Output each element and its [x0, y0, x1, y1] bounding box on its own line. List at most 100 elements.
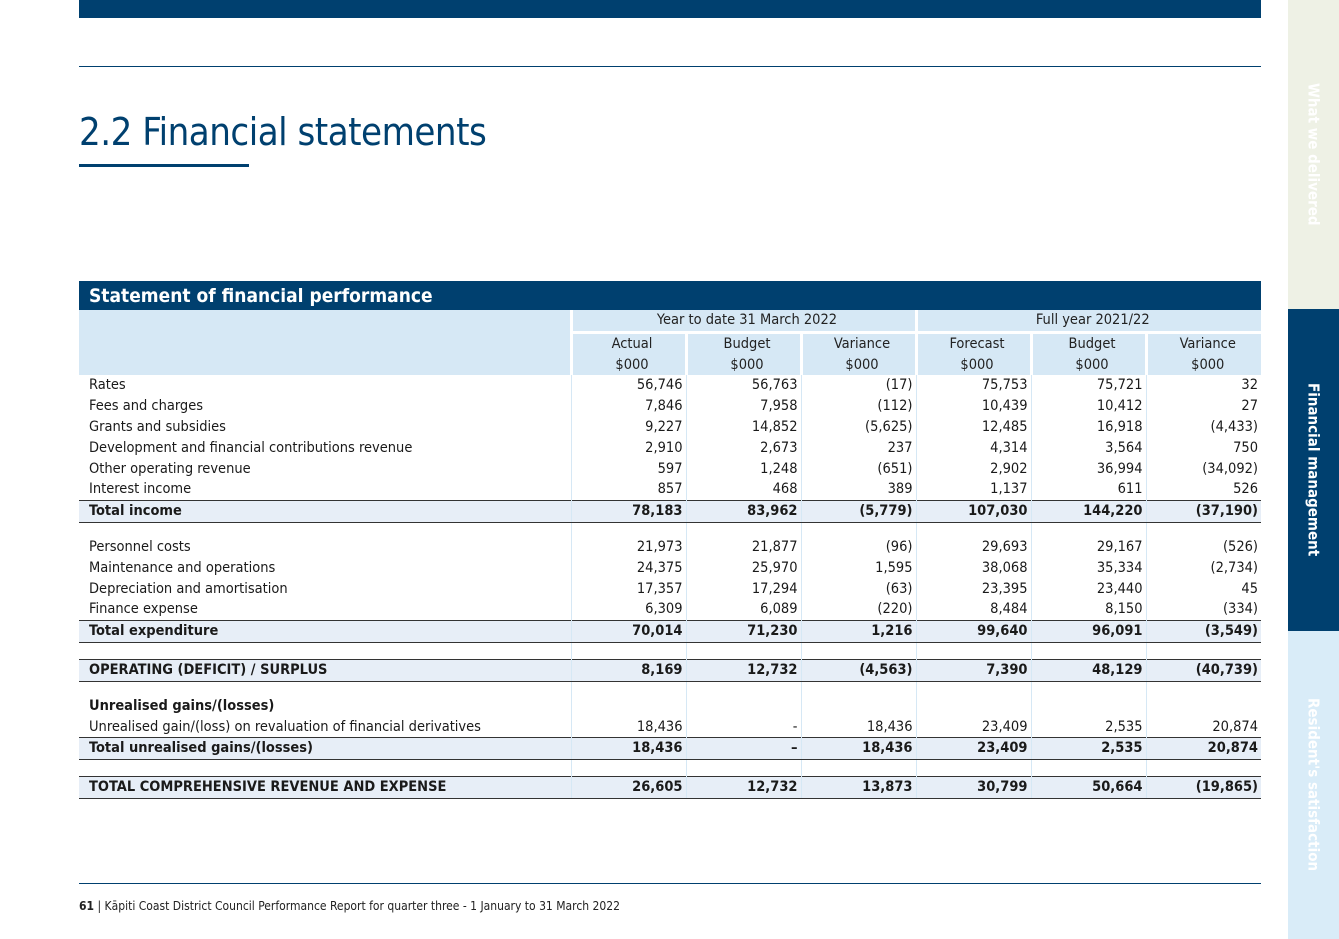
cell-value: 144,220	[1030, 500, 1146, 523]
row-label: Total unrealised gains/(losses)	[79, 737, 571, 761]
cell-value: 611	[1030, 479, 1146, 501]
cell-value: (526)	[1145, 536, 1262, 558]
table-row: Fees and charges 7,846 7,958 (112) 10,43…	[79, 396, 1262, 417]
cell-value: 75,753	[915, 375, 1031, 397]
cell-value: 468	[685, 479, 801, 501]
cell-value: (96)	[800, 536, 916, 558]
side-tab-what-we-delivered[interactable]: What we delivered	[1288, 0, 1339, 309]
column-header-label: Variance	[1179, 335, 1236, 352]
side-tab-label: Resident's satisfaction	[1304, 698, 1323, 872]
cell-value: 50,664	[1030, 776, 1146, 799]
row-label: Unrealised gains/(losses)	[89, 697, 275, 714]
row-label: Development and financial contributions …	[89, 439, 413, 456]
cell-value: 8,150	[1030, 599, 1146, 621]
side-tab-label: What we delivered	[1304, 83, 1323, 226]
cell-value	[685, 695, 801, 717]
page-number: 61	[79, 899, 95, 913]
column-header-label: Forecast	[949, 335, 1005, 352]
cell-value: 389	[800, 479, 916, 501]
cell-value: 48,129	[1030, 658, 1146, 682]
cell-value: 18,436	[570, 716, 686, 738]
cell-value: 2,535	[1030, 737, 1146, 761]
row-label: Depreciation and amortisation	[89, 580, 288, 597]
table-row: Other operating revenue 597 1,248 (651) …	[79, 458, 1262, 480]
column-header-label: Budget	[723, 335, 771, 352]
cell-value: 750	[1145, 437, 1262, 459]
cell-value: 9,227	[570, 416, 686, 438]
cell-value: 25,970	[685, 557, 801, 579]
group-header-row: Year to date 31 March 2022 Full year 202…	[79, 310, 1262, 333]
cell-value: 35,334	[1030, 557, 1146, 579]
cell-value: 56,763	[685, 375, 801, 397]
cell-value: 597	[570, 458, 686, 480]
cell-value: 23,409	[915, 716, 1031, 738]
subheading-row: Unrealised gains/(losses)	[79, 695, 1262, 717]
total-row: TOTAL COMPREHENSIVE REVENUE AND EXPENSE …	[79, 776, 1262, 799]
cell-value: 23,440	[1030, 578, 1146, 600]
footer-divider	[79, 883, 1261, 884]
column-header-actual: Actual $000	[569, 330, 686, 376]
group-header-full-year: Full year 2021/22	[914, 310, 1262, 333]
spacer-row	[79, 642, 1262, 660]
cell-value: 10,412	[1030, 396, 1146, 417]
table-title: Statement of financial performance	[79, 281, 1261, 310]
cell-value: 16,918	[1030, 416, 1146, 438]
cell-value: 21,973	[570, 536, 686, 558]
column-header-unit: $000	[615, 356, 649, 373]
total-row: Total unrealised gains/(losses) 18,436 –…	[79, 737, 1262, 761]
cell-value: (651)	[800, 458, 916, 480]
cell-value: (112)	[800, 396, 916, 417]
cell-value: 2,910	[570, 437, 686, 459]
column-header-unit: $000	[845, 356, 879, 373]
cell-value: 12,485	[915, 416, 1031, 438]
cell-value: 2,902	[915, 458, 1031, 480]
cell-value: 107,030	[915, 500, 1031, 523]
top-banner	[79, 0, 1261, 18]
cell-value: 237	[800, 437, 916, 459]
footer-separator: |	[97, 899, 102, 913]
row-label: Total income	[79, 500, 571, 523]
cell-value: (4,433)	[1145, 416, 1262, 438]
side-tab-residents-satisfaction[interactable]: Resident's satisfaction	[1288, 631, 1339, 939]
cell-value: 78,183	[570, 500, 686, 523]
cell-value: 6,089	[685, 599, 801, 621]
cell-value: 23,395	[915, 578, 1031, 600]
cell-value: 10,439	[915, 396, 1031, 417]
cell-value: 20,874	[1145, 737, 1262, 761]
page-footer: 61 | Kāpiti Coast District Council Perfo…	[79, 899, 620, 913]
cell-value: (5,779)	[800, 500, 916, 523]
cell-value: 7,846	[570, 396, 686, 417]
table-row: Rates 56,746 56,763 (17) 75,753 75,721 3…	[79, 375, 1262, 397]
cell-value: 99,640	[915, 620, 1031, 643]
table-row: Finance expense 6,309 6,089 (220) 8,484 …	[79, 599, 1262, 621]
cell-value: 12,732	[685, 776, 801, 799]
cell-value: (63)	[800, 578, 916, 600]
row-label: Rates	[89, 377, 126, 394]
header-blank	[79, 310, 571, 333]
side-tab-financial-management[interactable]: Financial management	[1288, 309, 1339, 631]
cell-value: (34,092)	[1145, 458, 1262, 480]
column-header-label: Budget	[1068, 335, 1116, 352]
cell-value: 1,595	[800, 557, 916, 579]
row-label: Personnel costs	[89, 538, 191, 555]
table-row: Maintenance and operations 24,375 25,970…	[79, 557, 1262, 579]
cell-value: 18,436	[800, 716, 916, 738]
cell-value: 27	[1145, 396, 1262, 417]
cell-value: 56,746	[570, 375, 686, 397]
table-row: Grants and subsidies 9,227 14,852 (5,625…	[79, 416, 1262, 438]
cell-value: (3,549)	[1145, 620, 1262, 643]
cell-value	[570, 695, 686, 717]
spacer-row	[79, 681, 1262, 696]
cell-value: -	[685, 716, 801, 738]
row-label: Total expenditure	[79, 620, 571, 643]
column-header-forecast: Forecast $000	[914, 330, 1031, 376]
cell-value: 23,409	[915, 737, 1031, 761]
cell-value: (37,190)	[1145, 500, 1262, 523]
cell-value: 45	[1145, 578, 1262, 600]
column-header-label: Actual	[611, 335, 653, 352]
cell-value: 29,167	[1030, 536, 1146, 558]
cell-value	[915, 695, 1031, 717]
cell-value: 7,958	[685, 396, 801, 417]
cell-value	[1030, 695, 1146, 717]
row-label: Finance expense	[89, 601, 198, 618]
